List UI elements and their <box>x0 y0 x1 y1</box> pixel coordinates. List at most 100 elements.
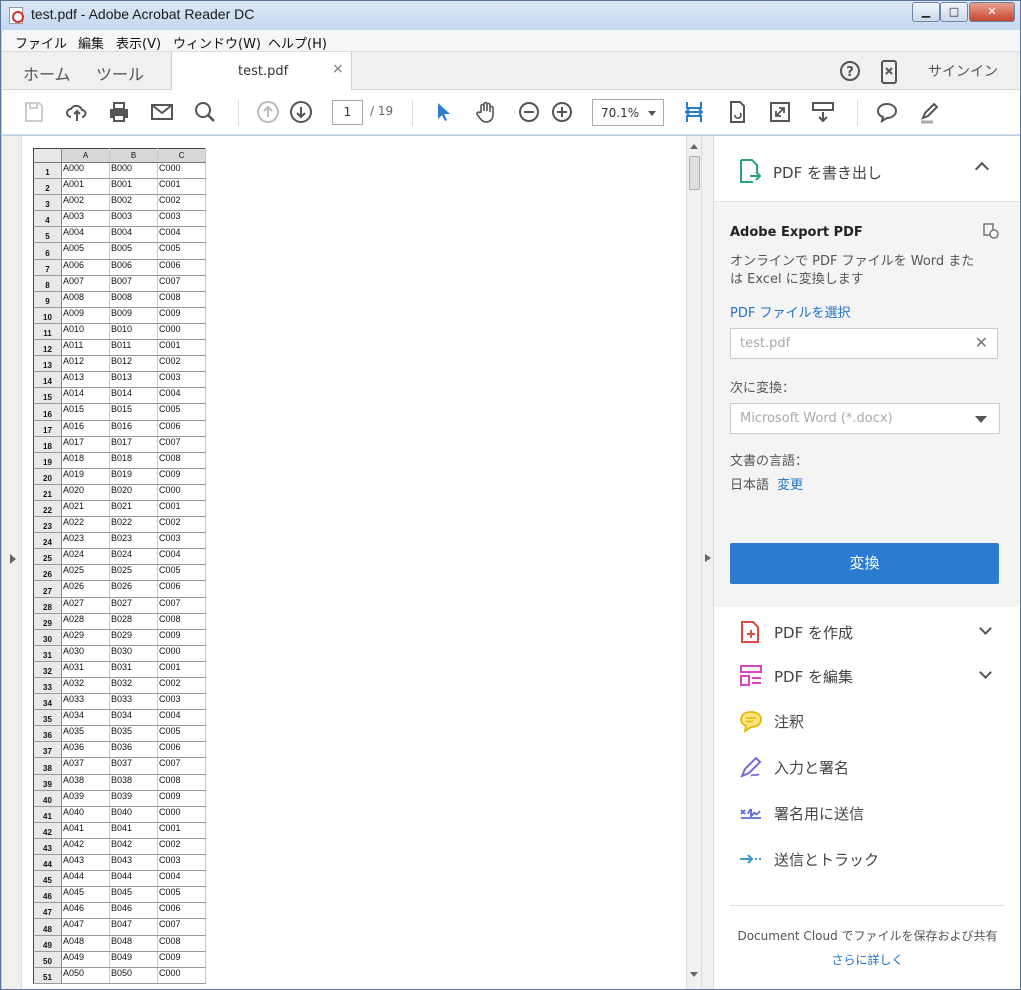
sheet-cell: A006 <box>61 259 110 276</box>
zoom-out-icon[interactable] <box>516 99 542 125</box>
scrollbar-thumb[interactable] <box>689 156 700 190</box>
tab-home[interactable]: ホーム <box>23 61 71 85</box>
select-pdf-link[interactable]: PDF ファイルを選択 <box>730 302 850 321</box>
sheet-row: 42 A041 B041 C001 <box>33 822 206 839</box>
menu-help[interactable]: ヘルプ(H) <box>268 33 327 52</box>
row-number: 34 <box>33 693 62 711</box>
rotate-view-icon[interactable] <box>724 99 750 125</box>
learn-more-link[interactable]: さらに詳しく <box>730 948 1005 972</box>
page-number-input[interactable]: 1 <box>332 100 363 125</box>
signin-link[interactable]: サインイン <box>928 61 998 81</box>
sheet-cell: B016 <box>109 420 158 437</box>
sheet-cell: B046 <box>109 902 158 920</box>
expand-left-panel-icon[interactable] <box>10 554 21 564</box>
scroll-up-icon[interactable] <box>690 140 698 149</box>
previous-page-icon[interactable] <box>255 99 281 125</box>
manage-account-icon[interactable] <box>982 222 1000 240</box>
document-view[interactable]: A B C 1 A000 B000 C000 2 A001 B001 C001 3 A002 B00… <box>22 136 686 989</box>
print-icon[interactable] <box>106 99 132 125</box>
sheet-cell: A039 <box>61 790 110 807</box>
close-tab-icon[interactable]: × <box>332 61 344 77</box>
menu-view[interactable]: 表示(V) <box>116 33 161 52</box>
sheet-cell: B004 <box>109 226 158 244</box>
scroll-down-icon[interactable] <box>690 972 698 981</box>
sheet-row: 27 A026 B026 C006 <box>33 580 206 598</box>
search-icon[interactable] <box>192 99 218 125</box>
tool-label: 入力と署名 <box>774 759 850 777</box>
sheet-cell: A009 <box>61 307 110 324</box>
highlight-pen-icon[interactable] <box>917 99 943 125</box>
row-number: 27 <box>33 580 62 598</box>
zoom-in-icon[interactable] <box>549 99 575 125</box>
selected-file-field[interactable]: test.pdf ✕ <box>730 328 998 359</box>
mobile-link-icon[interactable] <box>880 60 898 88</box>
maximize-button[interactable]: □ <box>940 2 968 22</box>
convert-button[interactable]: 変換 <box>730 543 999 584</box>
tool-label: PDF を編集 <box>774 668 853 686</box>
sheet-cell: B025 <box>109 564 158 582</box>
sheet-cell: B034 <box>109 709 158 727</box>
next-page-icon[interactable] <box>288 99 314 125</box>
sheet-row: 30 A029 B029 C009 <box>33 629 206 646</box>
sheet-cell: A024 <box>61 548 110 566</box>
convert-format-select[interactable]: Microsoft Word (*.docx) <box>730 403 1000 434</box>
row-number: 8 <box>33 275 62 292</box>
email-icon[interactable] <box>149 99 175 125</box>
export-description: オンラインで PDF ファイルを Word または Excel に変換します <box>730 254 975 287</box>
sheet-cell: A013 <box>61 371 110 389</box>
chevron-down-icon[interactable] <box>979 666 992 679</box>
sheet-cell: B032 <box>109 677 158 695</box>
zoom-level-select[interactable]: 70.1% <box>592 99 664 126</box>
vertical-scrollbar[interactable] <box>686 136 701 989</box>
sheet-cell: B040 <box>109 806 158 823</box>
right-panel-toggle[interactable] <box>701 136 714 989</box>
tool-send-for-signature[interactable]: 署名用に送信 <box>738 798 1008 828</box>
tool-fill-sign[interactable]: 入力と署名 <box>738 752 1008 782</box>
sheet-cell: B000 <box>109 162 158 180</box>
tool-create-pdf[interactable]: PDF を作成 <box>738 617 1008 647</box>
select-cursor-icon[interactable] <box>430 99 456 125</box>
chevron-down-icon[interactable] <box>979 622 992 635</box>
menu-file[interactable]: ファイル <box>15 33 67 52</box>
tool-edit-pdf[interactable]: PDF を編集 <box>738 661 1008 691</box>
hand-tool-icon[interactable] <box>473 99 499 125</box>
clear-file-icon[interactable]: ✕ <box>975 333 988 352</box>
sheet-cell: B028 <box>109 613 158 630</box>
tab-tools[interactable]: ツール <box>96 61 144 85</box>
sheet-cell: C000 <box>157 484 206 501</box>
menu-edit[interactable]: 編集 <box>78 33 104 52</box>
sheet-cell: B005 <box>109 242 158 260</box>
document-language-label: 文書の言語： <box>730 454 809 469</box>
fit-width-icon[interactable] <box>681 99 707 125</box>
tab-document[interactable]: test.pdf × <box>171 52 352 90</box>
sheet-row: 31 A030 B030 C000 <box>33 645 206 662</box>
tool-comment[interactable]: 注釈 <box>738 706 1008 736</box>
sheet-row: 9 A008 B008 C008 <box>33 291 206 308</box>
sheet-cell: C009 <box>157 790 206 807</box>
full-screen-icon[interactable] <box>767 99 793 125</box>
comment-icon[interactable] <box>874 99 900 125</box>
sheet-cell: A011 <box>61 339 110 357</box>
sheet-cell: A003 <box>61 210 110 228</box>
column-header: B <box>109 148 158 163</box>
chevron-up-icon[interactable] <box>974 161 990 177</box>
sheet-cell: C003 <box>157 693 206 711</box>
sheet-cell: C007 <box>157 757 206 775</box>
export-pdf-header[interactable]: PDF を書き出し <box>714 136 1020 202</box>
close-button[interactable]: ✕ <box>969 2 1015 22</box>
send-for-signature-icon <box>740 808 761 819</box>
left-panel-toggle[interactable] <box>2 136 22 989</box>
row-number: 44 <box>33 854 62 872</box>
tool-send-track[interactable]: 送信とトラック <box>738 844 1008 874</box>
sheet-row: 50 A049 B049 C009 <box>33 951 206 968</box>
upload-cloud-icon[interactable] <box>64 99 90 125</box>
sheet-cell: C001 <box>157 339 206 357</box>
minimize-button[interactable]: ▁ <box>912 2 940 22</box>
change-language-link[interactable]: 変更 <box>777 478 803 493</box>
menu-window[interactable]: ウィンドウ(W) <box>173 33 261 52</box>
sheet-cell: A018 <box>61 452 110 469</box>
save-icon[interactable] <box>21 99 47 125</box>
scroll-mode-icon[interactable] <box>810 99 836 125</box>
column-header: A <box>61 148 110 163</box>
help-icon[interactable]: ? <box>839 60 861 86</box>
